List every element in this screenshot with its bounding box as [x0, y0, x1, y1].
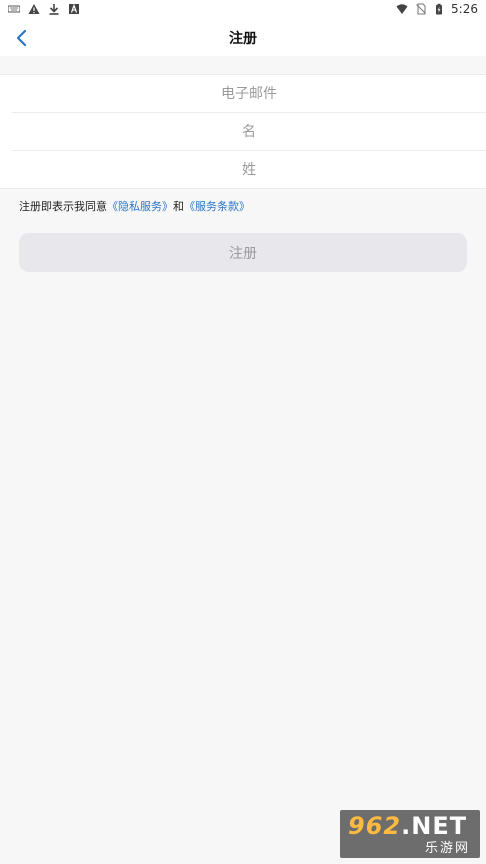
page-title: 注册: [229, 31, 257, 47]
watermark-domain: .NET: [401, 812, 468, 840]
keyboard-icon: [8, 5, 20, 13]
last-name-field[interactable]: [12, 160, 486, 179]
site-watermark: 962.NET 乐游网: [340, 810, 480, 858]
status-time: 5:26: [451, 2, 478, 16]
status-left-icons: [8, 3, 80, 15]
watermark-logo: 962.NET: [348, 812, 467, 840]
registration-form: [0, 74, 486, 189]
email-row: [12, 75, 486, 113]
register-button[interactable]: 注册: [19, 233, 467, 272]
watermark-number: 962: [348, 812, 402, 840]
agreement-conjunction: 和: [173, 200, 184, 213]
status-right-icons: 5:26: [395, 2, 478, 16]
wifi-icon: [396, 4, 408, 14]
agreement-prefix: 注册即表示我同意: [19, 200, 107, 213]
first-name-field[interactable]: [12, 122, 486, 141]
watermark-site-name: 乐游网: [424, 841, 470, 856]
agreement-text: 注册即表示我同意《隐私服务》和《服务条款》: [19, 198, 250, 214]
last-name-row: [12, 151, 486, 188]
warning-icon: [28, 4, 40, 14]
nav-bar: 注册: [0, 20, 486, 56]
no-sim-icon: [416, 3, 426, 15]
battery-charging-icon: [436, 3, 443, 15]
download-icon: [49, 4, 59, 15]
status-bar: 5:26: [0, 0, 486, 20]
privacy-link[interactable]: 《隐私服务》: [107, 200, 173, 213]
first-name-row: [12, 113, 486, 151]
terms-link[interactable]: 《服务条款》: [184, 200, 250, 213]
font-icon: [69, 3, 79, 14]
email-field[interactable]: [12, 84, 486, 103]
